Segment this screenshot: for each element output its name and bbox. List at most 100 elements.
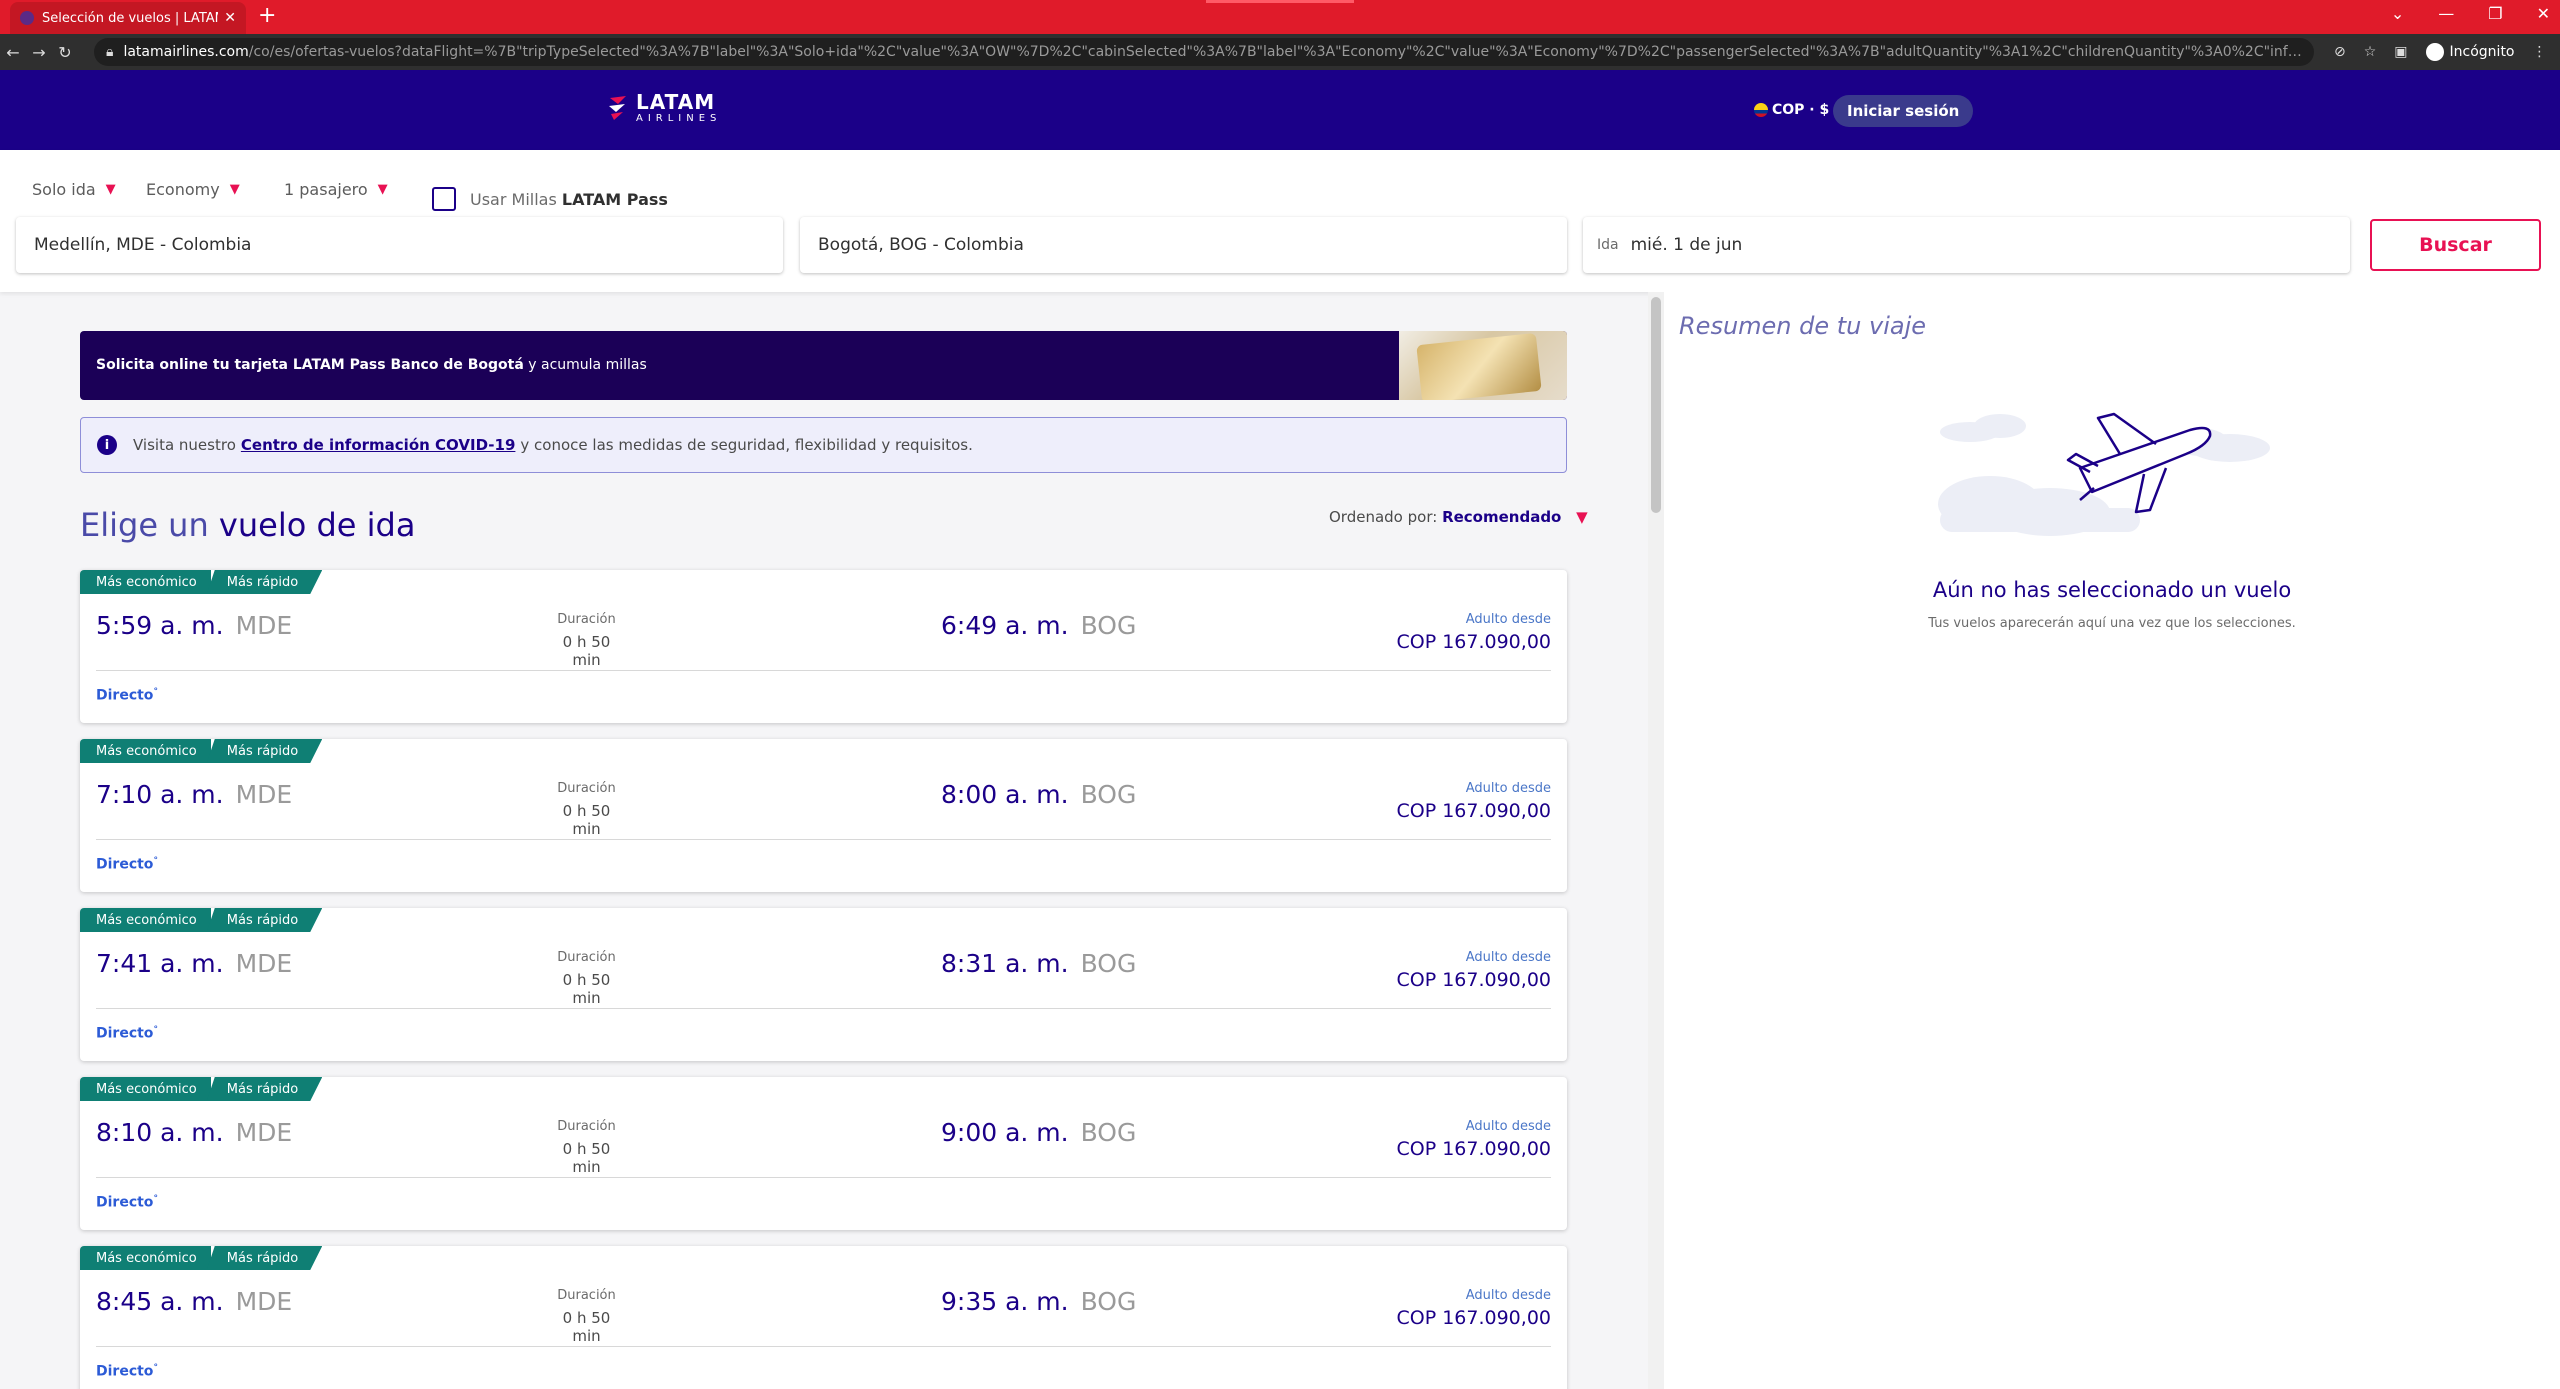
- departure: 8:45 a. m. MDE: [96, 1287, 292, 1316]
- price: Adulto desde COP 167.090,00: [1396, 781, 1551, 822]
- url-input[interactable]: 🔒︎ latamairlines.com /co/es/ofertas-vuel…: [94, 38, 2314, 66]
- flight-list: Más económico Más rápido 5:59 a. m. MDE …: [80, 570, 1567, 1389]
- departure-time: 8:45 a. m.: [96, 1287, 224, 1316]
- logo-sub-text: AIRLINES: [636, 113, 722, 124]
- direct-flight-link[interactable]: Directo°: [96, 1194, 158, 1211]
- browser-tab[interactable]: Selección de vuelos | LATAM Airl ✕: [10, 2, 246, 34]
- cabin-dropdown[interactable]: Economy ▼: [146, 180, 240, 199]
- credit-card-image: [1399, 331, 1567, 400]
- flight-card[interactable]: Más económico Más rápido 5:59 a. m. MDE …: [80, 570, 1567, 723]
- incognito-label: Incógnito: [2449, 44, 2515, 60]
- duration-value: 0 h 50 min: [562, 633, 611, 669]
- date-field[interactable]: Ida mié. 1 de jun: [1583, 217, 2350, 273]
- reload-icon[interactable]: ↻: [52, 43, 78, 62]
- use-miles-option[interactable]: Usar Millas LATAM Pass: [432, 187, 668, 211]
- arrival-code: BOG: [1080, 949, 1137, 978]
- stops-footnote: °: [153, 687, 158, 697]
- price-value: COP 167.090,00: [1396, 631, 1551, 653]
- bookmark-star-icon[interactable]: ☆: [2364, 44, 2377, 60]
- duration: Duración 0 h 50 min: [549, 781, 624, 838]
- sort-label: Ordenado por:: [1329, 508, 1438, 526]
- scrollbar-thumb[interactable]: [1651, 297, 1661, 513]
- arrival-time: 9:00 a. m.: [941, 1118, 1069, 1147]
- use-miles-label: Usar Millas LATAM Pass: [470, 190, 668, 209]
- trip-type-dropdown[interactable]: Solo ida ▼: [32, 180, 116, 199]
- search-button[interactable]: Buscar: [2370, 219, 2541, 271]
- restore-icon[interactable]: ❐: [2488, 4, 2502, 23]
- fastest-badge: Más rápido: [207, 1246, 322, 1270]
- close-window-icon[interactable]: ✕: [2537, 4, 2550, 23]
- empty-summary-subtitle: Tus vuelos aparecerán aquí una vez que l…: [1928, 616, 2296, 631]
- close-tab-icon[interactable]: ✕: [224, 10, 236, 26]
- latam-pass-card-banner[interactable]: Solicita online tu tarjeta LATAM Pass Ba…: [80, 331, 1567, 400]
- passengers-dropdown[interactable]: 1 pasajero ▼: [284, 180, 388, 199]
- flight-card[interactable]: Más económico Más rápido 7:41 a. m. MDE …: [80, 908, 1567, 1061]
- duration-value: 0 h 50 min: [562, 1140, 611, 1176]
- fastest-badge: Más rápido: [207, 739, 322, 763]
- cheapest-badge: Más económico: [80, 908, 211, 932]
- duration-label: Duración: [557, 1119, 616, 1134]
- new-tab-icon[interactable]: +: [258, 3, 276, 28]
- back-icon[interactable]: ←: [0, 43, 26, 62]
- arrival-time: 6:49 a. m.: [941, 611, 1069, 640]
- cheapest-badge: Más económico: [80, 739, 211, 763]
- arrival: 6:49 a. m. BOG: [941, 611, 1136, 640]
- departure-code: MDE: [235, 949, 293, 978]
- tab-search-icon[interactable]: ⌄: [2391, 4, 2404, 23]
- info-icon: i: [97, 435, 117, 455]
- duration: Duración 0 h 50 min: [549, 612, 624, 669]
- banner-text-rest: y acumula millas: [528, 357, 647, 373]
- currency-selector[interactable]: COP · $: [1754, 102, 1829, 118]
- destination-value: Bogotá, BOG - Colombia: [818, 235, 1024, 255]
- direct-flight-link[interactable]: Directo°: [96, 687, 158, 704]
- price-value: COP 167.090,00: [1396, 1307, 1551, 1329]
- tracking-blocked-icon[interactable]: ⊘: [2334, 44, 2346, 60]
- flight-card[interactable]: Más económico Más rápido 8:45 a. m. MDE …: [80, 1246, 1567, 1389]
- arrival: 9:00 a. m. BOG: [941, 1118, 1136, 1147]
- duration-label: Duración: [557, 950, 616, 965]
- direct-flight-link[interactable]: Directo°: [96, 1363, 158, 1380]
- covid-info-link[interactable]: Centro de información COVID-19: [241, 436, 516, 454]
- direct-flight-link[interactable]: Directo°: [96, 856, 158, 873]
- minimize-icon[interactable]: —: [2438, 4, 2454, 23]
- departure: 5:59 a. m. MDE: [96, 611, 292, 640]
- window-controls: ⌄ — ❐ ✕: [2391, 4, 2550, 23]
- departure-code: MDE: [235, 611, 293, 640]
- use-miles-checkbox[interactable]: [432, 187, 456, 211]
- covid-info-box: i Visita nuestro Centro de información C…: [80, 417, 1567, 473]
- menu-kebab-icon[interactable]: ⋮: [2533, 44, 2547, 60]
- origin-field[interactable]: Medellín, MDE - Colombia: [16, 217, 783, 273]
- departure-time: 7:10 a. m.: [96, 780, 224, 809]
- destination-field[interactable]: Bogotá, BOG - Colombia: [800, 217, 1567, 273]
- price-label: Adulto desde: [1465, 1288, 1551, 1303]
- login-button[interactable]: Iniciar sesión: [1833, 95, 1974, 127]
- side-panel-icon[interactable]: ▣: [2394, 44, 2407, 60]
- forward-icon[interactable]: →: [26, 43, 52, 62]
- flight-card[interactable]: Más económico Más rápido 8:10 a. m. MDE …: [80, 1077, 1567, 1230]
- date-value: mié. 1 de jun: [1630, 235, 1743, 255]
- origin-value: Medellín, MDE - Colombia: [34, 235, 252, 255]
- trip-type-value: Solo ida: [32, 180, 96, 199]
- latam-logo[interactable]: LATAM AIRLINES: [608, 92, 721, 124]
- sort-selector[interactable]: Ordenado por: Recomendado ▼: [1329, 508, 1588, 526]
- duration: Duración 0 h 50 min: [549, 1119, 624, 1176]
- incognito-indicator[interactable]: Incógnito: [2425, 43, 2515, 61]
- currency-label: COP · $: [1772, 102, 1830, 118]
- passengers-value: 1 pasajero: [284, 180, 368, 199]
- arrival-time: 8:31 a. m.: [941, 949, 1069, 978]
- incognito-icon: [2425, 43, 2444, 61]
- chevron-down-icon: ▼: [229, 182, 240, 197]
- tab-strip-highlight: [1206, 0, 1354, 3]
- direct-flight-link[interactable]: Directo°: [96, 1025, 158, 1042]
- use-miles-label-bold: LATAM Pass: [561, 189, 668, 209]
- price-label: Adulto desde: [1465, 612, 1551, 627]
- flight-card[interactable]: Más económico Más rápido 7:10 a. m. MDE …: [80, 739, 1567, 892]
- url-path: /co/es/ofertas-vuelos?dataFlight=%7B"tri…: [248, 44, 2302, 60]
- cheapest-badge: Más económico: [80, 1077, 211, 1101]
- departure-code: MDE: [235, 780, 293, 809]
- arrival: 9:35 a. m. BOG: [941, 1287, 1136, 1316]
- departure: 8:10 a. m. MDE: [96, 1118, 292, 1147]
- flight-badges: Más económico Más rápido: [80, 739, 322, 763]
- flight-badges: Más económico Más rápido: [80, 908, 322, 932]
- url-host: latamairlines.com: [123, 44, 249, 60]
